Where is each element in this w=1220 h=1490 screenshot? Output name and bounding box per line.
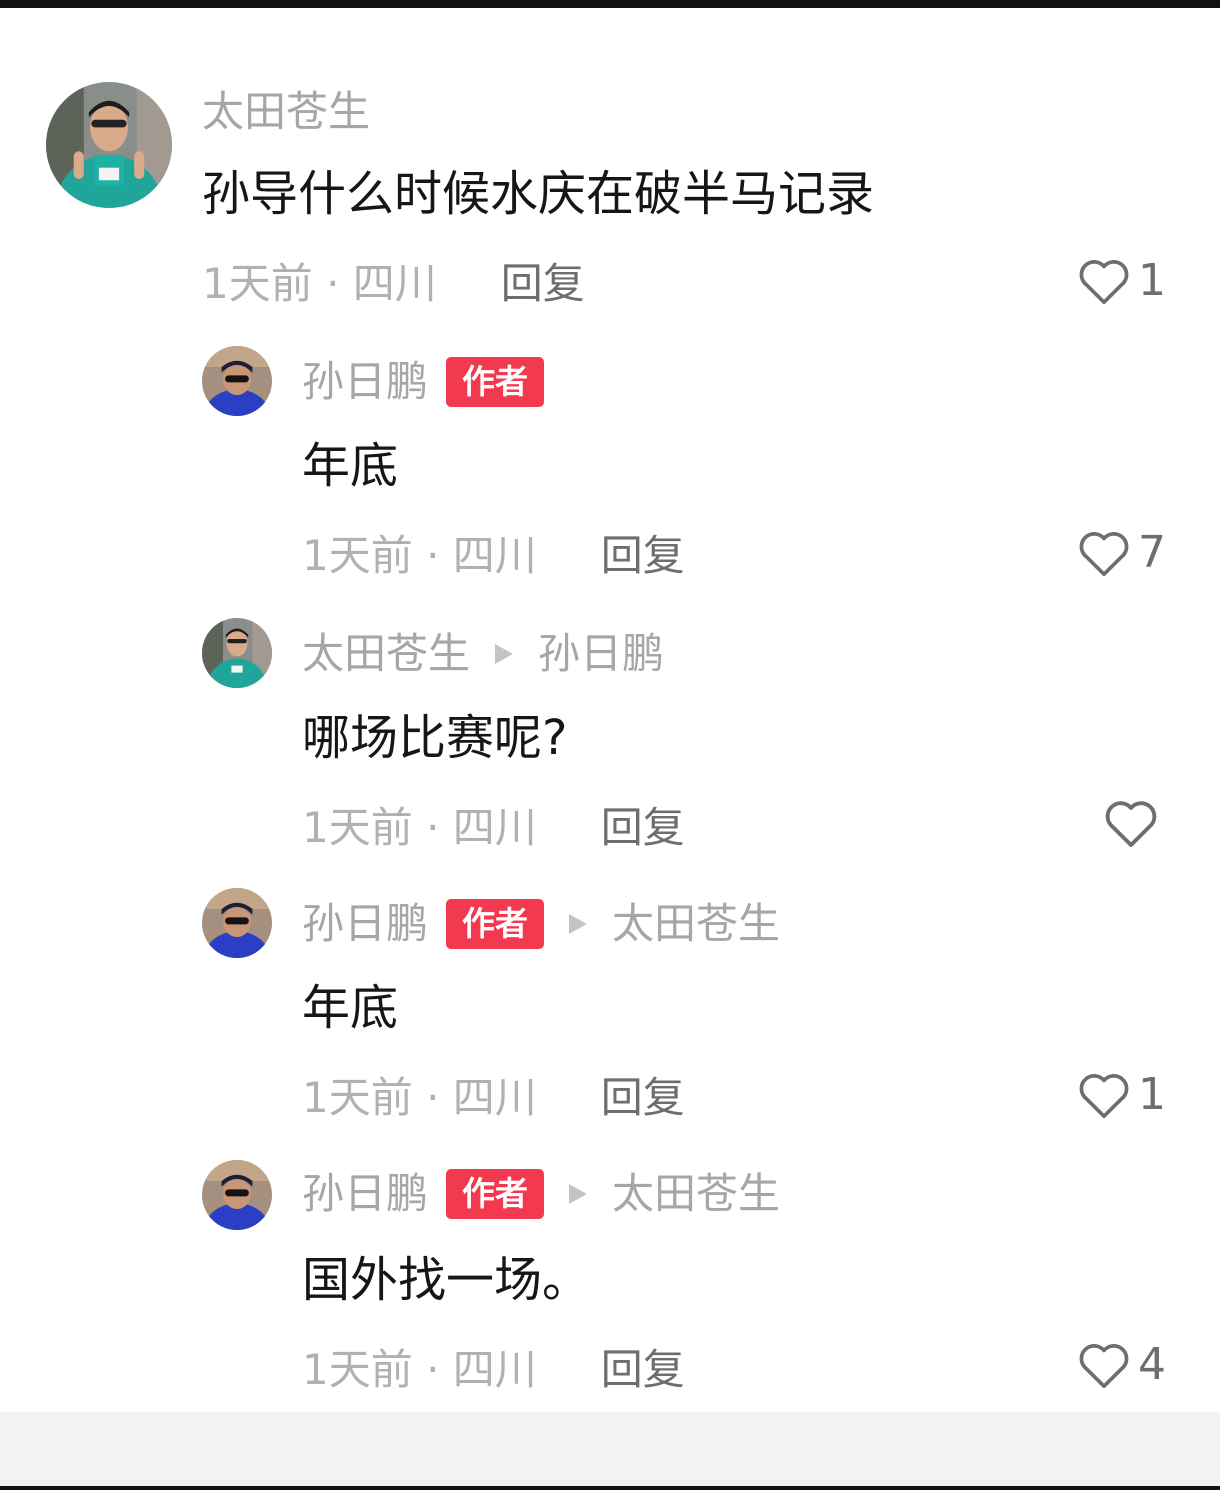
like-button[interactable]: 1 [1076, 1064, 1166, 1124]
comment-username[interactable]: 太田苍生 [302, 626, 470, 682]
reply-button[interactable]: 回复 [601, 1336, 685, 1397]
like-count: 1 [1138, 1068, 1166, 1120]
comment-meta: 1天前 · 四川 [202, 258, 437, 308]
comment-username[interactable]: 太田苍生 [202, 84, 370, 140]
runner-avatar-icon [46, 82, 172, 208]
author-badge: 作者 [446, 1169, 545, 1219]
sunglasses-avatar-icon [202, 1160, 272, 1230]
reply-target-username[interactable]: 太田苍生 [612, 896, 780, 952]
avatar[interactable] [202, 1160, 272, 1230]
comment-meta: 1天前 · 四川 [302, 802, 537, 852]
reply-arrow-icon [492, 640, 516, 668]
top-edge-bar [0, 0, 1220, 8]
reply-button[interactable]: 回复 [601, 1064, 685, 1125]
like-button[interactable]: 7 [1076, 522, 1166, 582]
bottom-edge-bar [0, 1486, 1220, 1490]
runner-avatar-icon [202, 618, 272, 688]
reply-target-username[interactable]: 太田苍生 [612, 1166, 780, 1222]
author-badge: 作者 [446, 899, 545, 949]
reply-button[interactable]: 回复 [501, 250, 585, 311]
comment-username[interactable]: 孙日鹏 [302, 1166, 428, 1222]
like-button[interactable]: 1 [1076, 250, 1166, 310]
reply-arrow-icon [566, 910, 590, 938]
comment-text: 年底 [302, 438, 399, 494]
avatar[interactable] [202, 888, 272, 958]
reply-button[interactable]: 回复 [601, 522, 685, 583]
heart-icon [1076, 1338, 1132, 1390]
like-count: 1 [1138, 254, 1166, 306]
comment-username[interactable]: 孙日鹏 [302, 354, 428, 410]
like-button[interactable] [1102, 792, 1166, 852]
author-badge: 作者 [446, 357, 545, 407]
like-count: 7 [1138, 526, 1166, 578]
heart-icon [1076, 254, 1132, 306]
comment-meta: 1天前 · 四川 [302, 1344, 537, 1394]
comment-text: 国外找一场。 [302, 1252, 591, 1308]
avatar[interactable] [46, 82, 172, 208]
avatar[interactable] [202, 346, 272, 416]
heart-icon [1076, 526, 1132, 578]
like-button[interactable]: 4 [1076, 1334, 1166, 1394]
sunglasses-avatar-icon [202, 346, 272, 416]
comment-text: 年底 [302, 980, 399, 1036]
avatar[interactable] [202, 618, 272, 688]
comment-username[interactable]: 孙日鹏 [302, 896, 428, 952]
heart-icon [1102, 795, 1160, 849]
reply-button[interactable]: 回复 [601, 794, 685, 855]
comment-text: 孙导什么时候水庆在破半马记录 [202, 166, 875, 222]
bottom-area [0, 1412, 1220, 1490]
sunglasses-avatar-icon [202, 888, 272, 958]
comment-meta: 1天前 · 四川 [302, 530, 537, 580]
heart-icon [1076, 1068, 1132, 1120]
reply-target-username[interactable]: 孙日鹏 [538, 626, 664, 682]
like-count: 4 [1138, 1338, 1166, 1390]
comment-meta: 1天前 · 四川 [302, 1072, 537, 1122]
comment-text: 哪场比赛呢? [302, 710, 568, 766]
reply-arrow-icon [566, 1180, 590, 1208]
